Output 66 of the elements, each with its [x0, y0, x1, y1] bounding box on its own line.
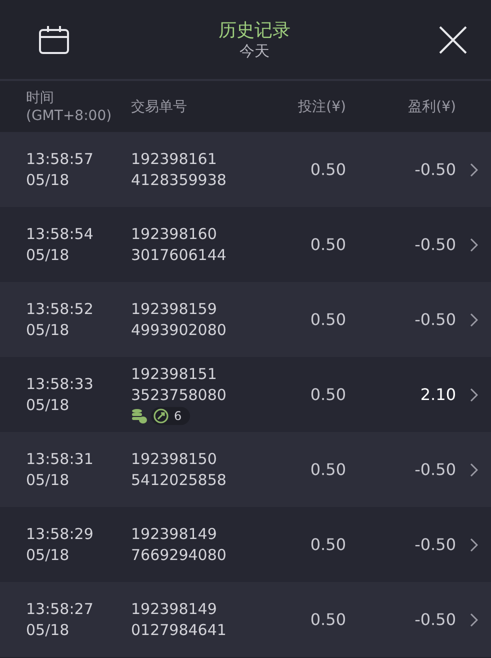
- time-text: 13:58:52: [26, 298, 94, 320]
- order-number: 192398149: [131, 524, 217, 544]
- bonus-count-badge: 6: [151, 407, 190, 425]
- calendar-icon[interactable]: [38, 24, 70, 54]
- history-row[interactable]: 13:58:52 05/18 192398159 4993902080 0.50 -0.50: [0, 282, 491, 357]
- history-row[interactable]: 13:58:27 05/18 192398149 0127984641 0.50 -0.50: [0, 582, 491, 657]
- order-number: 192398161: [131, 148, 217, 170]
- history-row[interactable]: 13:58:54 05/18 192398160 3017606144 0.50 -0.50: [0, 207, 491, 282]
- time-text: 13:58:31: [26, 448, 94, 470]
- history-row[interactable]: 13:58:29 05/18 192398149 7669294080 0.50 -0.50: [0, 507, 491, 582]
- stake-amount: 0.50: [310, 235, 346, 254]
- stake-amount: 0.50: [310, 310, 346, 329]
- chevron-right-icon: [470, 462, 478, 476]
- order-number: 3523758080: [131, 385, 226, 406]
- stake-amount: 0.50: [310, 385, 346, 404]
- stake-amount: 0.50: [310, 610, 346, 629]
- order-number: 4993902080: [131, 320, 226, 340]
- chevron-right-icon: [470, 538, 478, 552]
- date-text: 05/18: [26, 620, 70, 640]
- order-number: 192398159: [131, 298, 217, 320]
- time-text: 13:58:29: [26, 524, 94, 544]
- order-number: 7669294080: [131, 544, 226, 566]
- date-text: 05/18: [26, 320, 70, 340]
- order-number: 3017606144: [131, 244, 226, 266]
- order-number: 5412025858: [131, 470, 226, 490]
- date-text: 05/18: [26, 170, 70, 190]
- stake-amount: 0.50: [310, 160, 346, 179]
- profit-amount: -0.50: [414, 460, 456, 479]
- history-row[interactable]: 13:58:31 05/18 192398150 5412025858 0.50 -0.50: [0, 432, 491, 507]
- column-header: 盈利(¥): [407, 98, 456, 116]
- history-row[interactable]: 13:58:57 05/18 192398161 4128359938 0.50 -0.50: [0, 132, 491, 207]
- profit-amount: -0.50: [414, 235, 456, 254]
- chevron-right-icon: [470, 612, 478, 626]
- page-title: 历史记录: [218, 19, 290, 42]
- time-text: 13:58:54: [26, 224, 94, 244]
- coins-icon: [131, 408, 147, 424]
- date-text: 05/18: [26, 394, 70, 416]
- history-row[interactable]: 13:58:33 05/18 192398151 3523758080 6 0.50 2.10: [0, 357, 491, 432]
- chevron-right-icon: [470, 238, 478, 252]
- profit-amount: -0.50: [414, 310, 456, 329]
- chevron-right-icon: [470, 388, 478, 402]
- order-number: 4128359938: [131, 170, 226, 190]
- order-number: 192398160: [131, 224, 217, 244]
- chevron-right-icon: [470, 162, 478, 176]
- close-icon[interactable]: [439, 26, 467, 54]
- order-number: 192398149: [131, 598, 217, 620]
- date-text: 05/18: [26, 544, 70, 566]
- date-text: 05/18: [26, 244, 70, 266]
- column-header: 交易单号: [131, 98, 188, 116]
- time-text: 13:58:57: [26, 148, 94, 170]
- order-number: 192398150: [131, 448, 217, 470]
- date-filter-label: 今天: [240, 42, 270, 61]
- chevron-right-icon: [470, 312, 478, 326]
- order-number: 192398151: [131, 364, 217, 385]
- profit-amount: -0.50: [414, 610, 456, 629]
- column-header: 时间 (GMT+8:00): [26, 88, 113, 124]
- column-header: 投注(¥): [297, 98, 346, 116]
- stake-amount: 0.50: [310, 460, 346, 479]
- date-text: 05/18: [26, 470, 70, 490]
- profit-amount: -0.50: [414, 160, 456, 179]
- time-text: 13:58:33: [26, 374, 94, 394]
- order-number: 0127984641: [131, 620, 226, 640]
- profit-amount: -0.50: [414, 535, 456, 554]
- profit-amount: 2.10: [420, 385, 456, 404]
- time-text: 13:58:27: [26, 598, 94, 620]
- stake-amount: 0.50: [310, 535, 346, 554]
